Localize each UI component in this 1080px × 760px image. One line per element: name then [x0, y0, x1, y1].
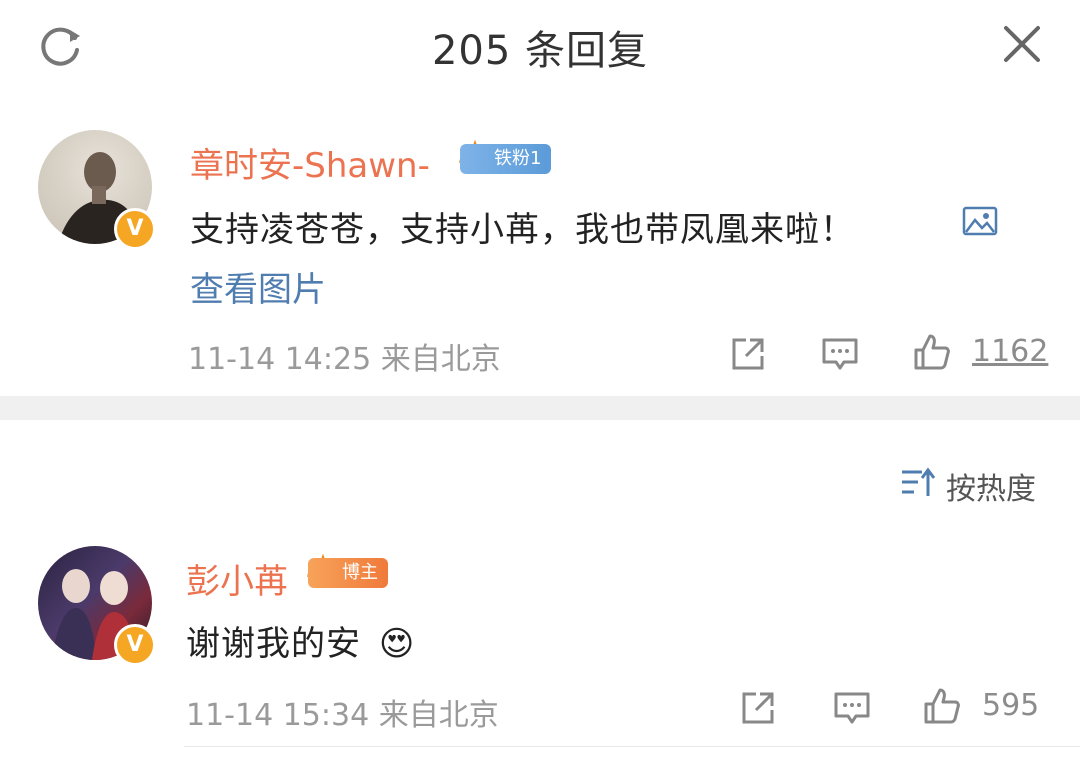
username[interactable]: 章时安-Shawn-	[190, 138, 430, 187]
share-icon[interactable]	[738, 688, 778, 728]
page-title: 205 条回复	[431, 28, 649, 74]
comment-meta: 11-14 14:25 来自北京	[188, 342, 501, 377]
sort-by-hot-button[interactable]: 按热度	[946, 464, 1036, 508]
divider	[184, 746, 1080, 747]
section-divider	[0, 396, 1080, 420]
like-count[interactable]: 1162	[972, 334, 1048, 369]
comment-icon[interactable]	[820, 334, 860, 374]
verified-v-icon: V	[114, 624, 156, 666]
reply-text-content: 谢谢我的安	[186, 624, 361, 664]
fan-badge: 铁粉1	[460, 144, 552, 174]
comment-text: 支持凌苍苍，支持小苒，我也带凤凰来啦！	[190, 210, 855, 250]
reply-meta: 11-14 15:34 来自北京	[186, 698, 499, 733]
sort-icon[interactable]	[900, 466, 936, 500]
share-icon[interactable]	[728, 334, 768, 374]
like-icon[interactable]	[912, 332, 952, 372]
like-count[interactable]: 595	[982, 688, 1039, 723]
image-icon[interactable]	[962, 206, 998, 236]
like-icon[interactable]	[922, 686, 962, 726]
comment-icon[interactable]	[832, 688, 872, 728]
reply-text: 谢谢我的安 😍	[186, 616, 415, 665]
emoji-icon: 😍	[378, 624, 416, 664]
close-icon[interactable]	[1000, 22, 1044, 66]
username[interactable]: 彭小苒	[186, 554, 288, 603]
view-image-link[interactable]: 查看图片	[190, 262, 326, 311]
verified-v-icon: V	[114, 208, 156, 250]
blogger-badge: 博主	[308, 558, 388, 588]
